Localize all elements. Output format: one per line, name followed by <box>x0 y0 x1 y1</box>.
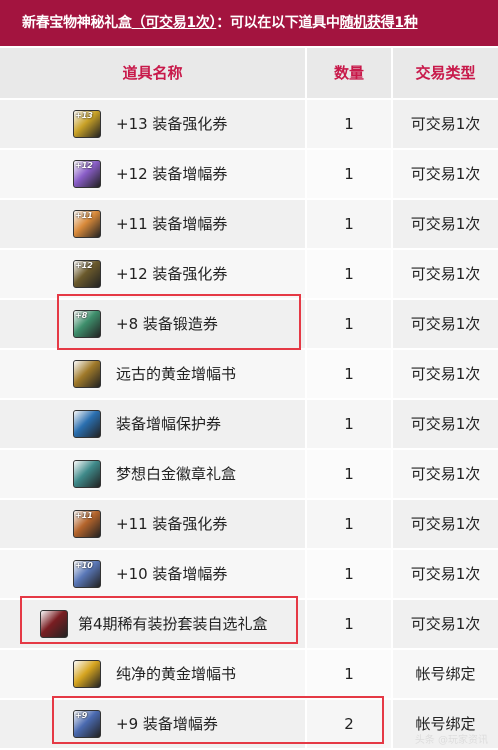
item-name: +10 装备增幅券 <box>116 565 228 583</box>
icon-tag: +12 <box>75 261 93 270</box>
amplify-ticket-icon: +12 <box>73 160 101 188</box>
icon-tag: +12 <box>75 161 93 170</box>
item-trade-type: 可交易1次 <box>393 150 498 198</box>
column-header-name: 道具名称 <box>0 48 305 98</box>
item-qty: 1 <box>307 400 391 448</box>
item-name: +13 装备强化券 <box>116 115 228 133</box>
item-trade-type: 可交易1次 <box>393 100 498 148</box>
table-row: +13 +13 装备强化券 1 可交易1次 <box>0 100 498 148</box>
icon-tag: +11 <box>75 211 93 220</box>
watermark: 头条 @玩家资讯 <box>414 735 488 746</box>
item-qty: 1 <box>307 150 391 198</box>
table-row: 纯净的黄金增幅书 1 帐号绑定 <box>0 650 498 698</box>
icon-tag: +10 <box>75 561 93 570</box>
item-name-cell: 远古的黄金增幅书 <box>0 350 305 398</box>
item-qty: 1 <box>307 350 391 398</box>
item-qty: 1 <box>307 550 391 598</box>
table-row: +11 +11 装备强化券 1 可交易1次 <box>0 500 498 548</box>
table-row: 远古的黄金增幅书 1 可交易1次 <box>0 350 498 398</box>
item-qty: 1 <box>307 250 391 298</box>
item-name-cell: 梦想白金徽章礼盒 <box>0 450 305 498</box>
reinforce-ticket-icon: +13 <box>73 110 101 138</box>
icon-tag: +13 <box>75 111 93 120</box>
icon-tag: +11 <box>75 511 93 520</box>
table-row: +10 +10 装备增幅券 1 可交易1次 <box>0 550 498 598</box>
item-qty: 1 <box>307 600 391 648</box>
item-trade-type: 可交易1次 <box>393 450 498 498</box>
item-name: +11 装备增幅券 <box>116 215 228 233</box>
item-qty: 1 <box>307 100 391 148</box>
item-name-cell: +11 +11 装备强化券 <box>0 500 305 548</box>
page-header: 新春宝物神秘礼盒（可交易1次）：可以在以下道具中随机获得1种 <box>0 0 498 46</box>
badge-box-icon <box>73 460 101 488</box>
header-trade-note: （可交易1次） <box>131 15 217 31</box>
table-row: 装备增幅保护券 1 可交易1次 <box>0 400 498 448</box>
item-qty: 1 <box>307 300 391 348</box>
item-name-cell: +12 +12 装备强化券 <box>0 250 305 298</box>
item-name: 纯净的黄金增幅书 <box>116 665 237 683</box>
item-trade-type: 可交易1次 <box>393 500 498 548</box>
header-desc: ：可以在以下道具中 <box>216 15 340 31</box>
item-name-cell: 纯净的黄金增幅书 <box>0 650 305 698</box>
highlight-box <box>20 596 298 644</box>
item-name: +11 装备强化券 <box>116 515 228 533</box>
header-random-note: 随机获得1种 <box>339 15 418 31</box>
amplify-ticket-icon: +10 <box>73 560 101 588</box>
item-name-cell: +11 +11 装备增幅券 <box>0 200 305 248</box>
item-trade-type: 可交易1次 <box>393 300 498 348</box>
item-name: 装备增幅保护券 <box>116 415 222 433</box>
item-trade-type: 帐号绑定 <box>393 650 498 698</box>
item-name-cell: +10 +10 装备增幅券 <box>0 550 305 598</box>
item-qty: 1 <box>307 200 391 248</box>
item-qty: 1 <box>307 450 391 498</box>
table-row: +11 +11 装备增幅券 1 可交易1次 <box>0 200 498 248</box>
item-name-cell: 装备增幅保护券 <box>0 400 305 448</box>
highlight-box <box>52 696 384 744</box>
table-row: 梦想白金徽章礼盒 1 可交易1次 <box>0 450 498 498</box>
item-qty: 1 <box>307 500 391 548</box>
reinforce-ticket-icon: +12 <box>73 260 101 288</box>
golden-book-icon <box>73 660 101 688</box>
table-row: +12 +12 装备增幅券 1 可交易1次 <box>0 150 498 198</box>
item-name: +12 装备增幅券 <box>116 165 228 183</box>
header-title: 新春宝物神秘礼盒 <box>22 15 132 31</box>
highlight-box <box>57 294 301 350</box>
item-name: 梦想白金徽章礼盒 <box>116 465 237 483</box>
item-trade-type: 可交易1次 <box>393 400 498 448</box>
item-name: 远古的黄金增幅书 <box>116 365 237 383</box>
protect-ticket-icon <box>73 410 101 438</box>
item-trade-type: 可交易1次 <box>393 600 498 648</box>
item-trade-type: 可交易1次 <box>393 200 498 248</box>
item-name: +12 装备强化券 <box>116 265 228 283</box>
item-name-cell: +12 +12 装备增幅券 <box>0 150 305 198</box>
item-qty: 1 <box>307 650 391 698</box>
item-name-cell: +13 +13 装备强化券 <box>0 100 305 148</box>
reinforce-ticket-icon: +11 <box>73 510 101 538</box>
column-header-qty: 数量 <box>307 48 391 98</box>
amplify-ticket-icon: +11 <box>73 210 101 238</box>
table-row: +12 +12 装备强化券 1 可交易1次 <box>0 250 498 298</box>
item-trade-type: 可交易1次 <box>393 250 498 298</box>
item-trade-type: 可交易1次 <box>393 350 498 398</box>
column-header-trade: 交易类型 <box>393 48 498 98</box>
golden-book-icon <box>73 360 101 388</box>
item-trade-type: 可交易1次 <box>393 550 498 598</box>
